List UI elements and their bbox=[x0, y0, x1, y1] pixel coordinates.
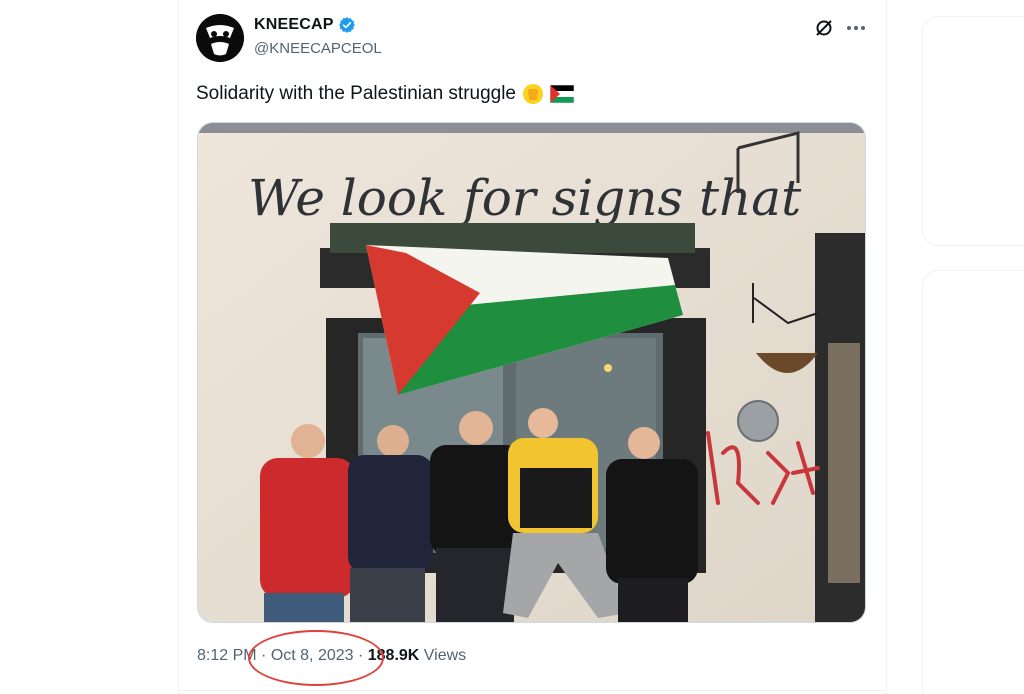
tweet-page: KNEECAP @KNEECAPCEOL Solidarity with the… bbox=[0, 0, 1024, 694]
author-handle[interactable]: @KNEECAPCEOL bbox=[254, 40, 382, 57]
more-options-button[interactable] bbox=[844, 16, 868, 40]
tweet-text-content: Solidarity with the Palestinian struggle bbox=[196, 83, 517, 104]
divider bbox=[178, 690, 886, 691]
display-name[interactable]: KNEECAP bbox=[254, 16, 334, 34]
wall-sign-text: We look for signs that bbox=[248, 169, 802, 227]
sidebar-card bbox=[922, 16, 1024, 246]
raised-fist-emoji-icon bbox=[523, 84, 544, 104]
tweet-text: Solidarity with the Palestinian struggle bbox=[196, 82, 575, 106]
verified-badge-icon bbox=[338, 17, 355, 33]
balaclava-logo-icon bbox=[196, 14, 244, 62]
tweet-photo[interactable]: We look for signs that bbox=[197, 122, 866, 623]
avatar[interactable] bbox=[196, 14, 244, 62]
date-annotation-circle bbox=[248, 630, 384, 686]
grok-button[interactable] bbox=[812, 16, 836, 40]
author-name-row[interactable]: KNEECAP bbox=[254, 16, 356, 34]
grok-icon bbox=[816, 20, 832, 36]
palestine-flag-emoji-icon bbox=[550, 85, 575, 103]
ellipsis-icon bbox=[847, 26, 865, 30]
sidebar-card bbox=[922, 270, 1024, 694]
column-divider-left bbox=[178, 0, 179, 694]
photo-illustration: We look for signs that bbox=[198, 123, 865, 622]
views-label: Views bbox=[419, 647, 467, 664]
column-divider-right bbox=[886, 0, 887, 694]
